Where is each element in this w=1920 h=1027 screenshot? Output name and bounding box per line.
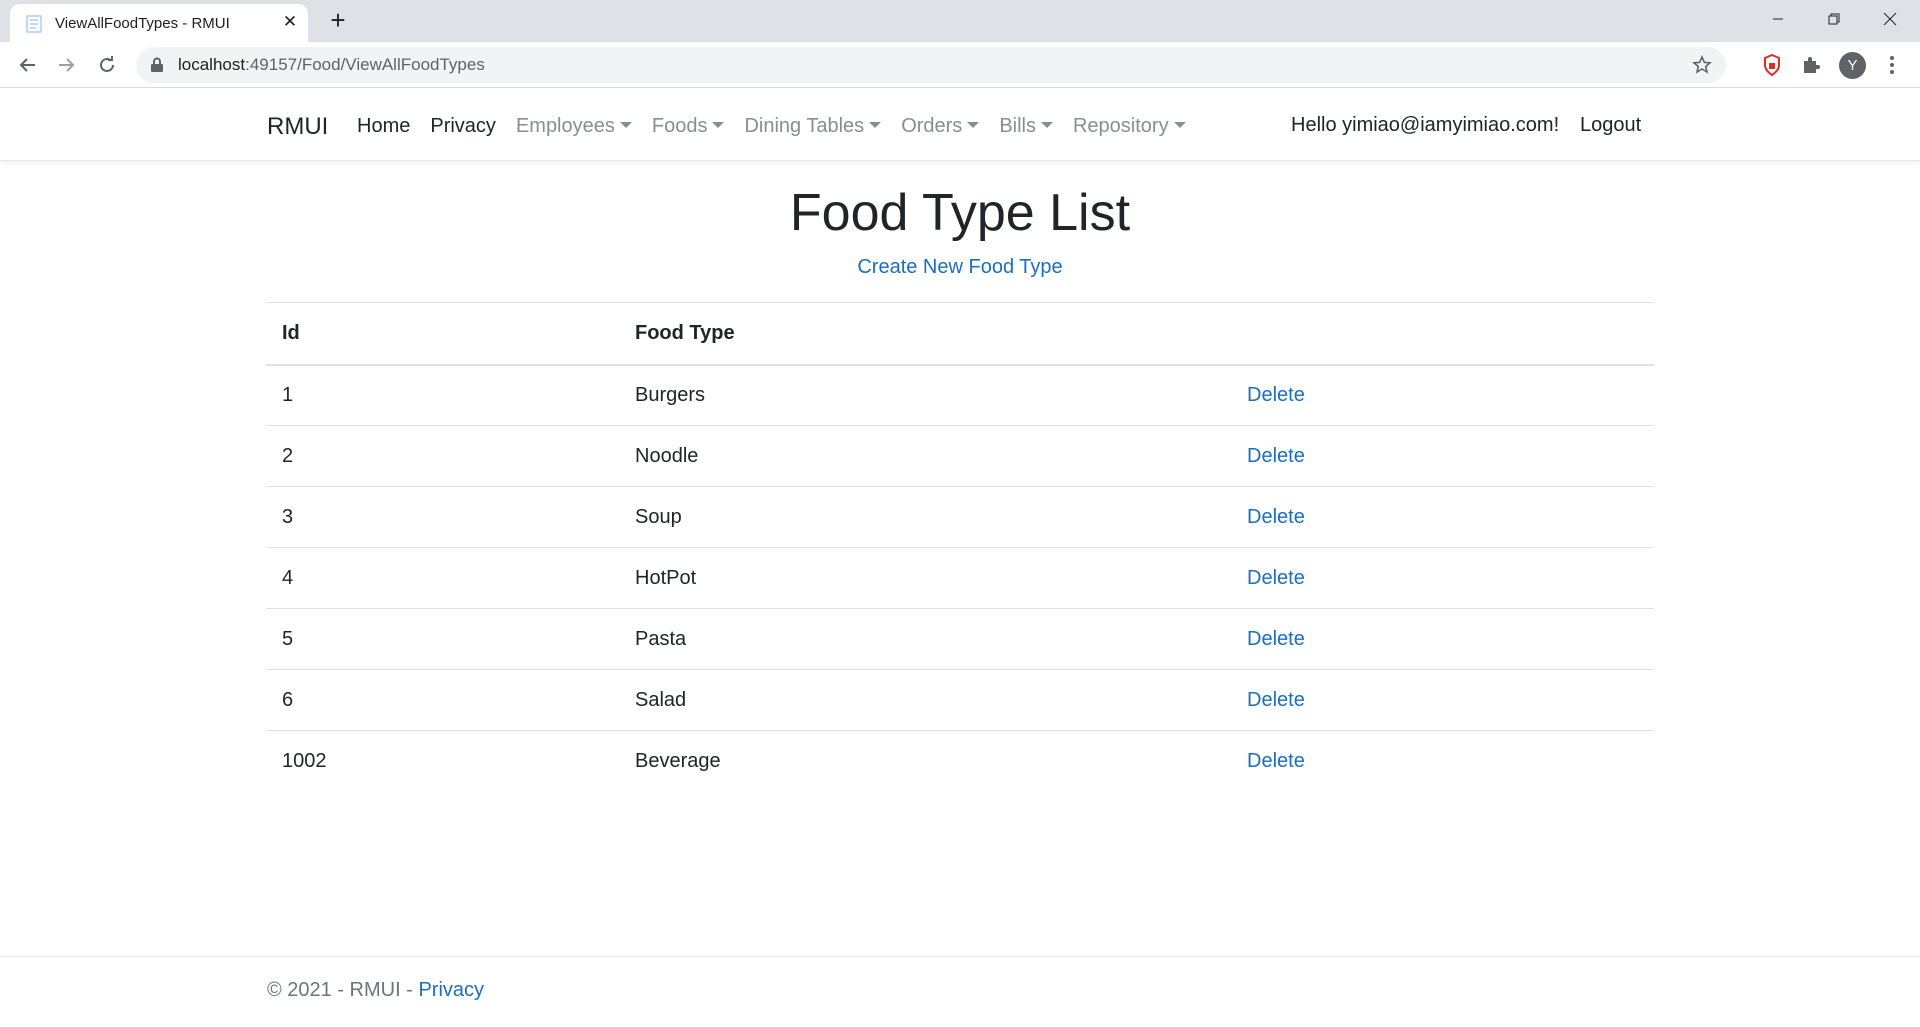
cell-actions: Delete bbox=[1231, 486, 1654, 548]
delete-link[interactable]: Delete bbox=[1247, 384, 1305, 406]
minimize-icon[interactable] bbox=[1750, 0, 1806, 38]
document-icon bbox=[26, 15, 42, 33]
table-row: 6 Salad Delete bbox=[266, 669, 1654, 731]
forward-arrow-icon[interactable] bbox=[52, 51, 80, 79]
delete-link[interactable]: Delete bbox=[1247, 689, 1305, 711]
nav-dining-tables-dropdown[interactable]: Dining Tables bbox=[744, 115, 882, 138]
column-header-actions bbox=[1231, 302, 1654, 366]
address-bar[interactable]: localhost:49157/Food/ViewAllFoodTypes bbox=[136, 47, 1726, 83]
cell-food-type: Pasta bbox=[619, 608, 1231, 670]
back-arrow-icon[interactable] bbox=[14, 51, 42, 79]
nav-home[interactable]: Home bbox=[357, 115, 410, 138]
food-type-table: Id Food Type 1 Burgers Delete 2 Noodle D… bbox=[266, 302, 1654, 792]
browser-tab-active[interactable]: ViewAllFoodTypes - RMUI ✕ bbox=[10, 4, 308, 42]
table-row: 4 HotPot Delete bbox=[266, 547, 1654, 609]
cell-actions: Delete bbox=[1231, 425, 1654, 487]
create-food-type-link: Create New Food Type bbox=[266, 256, 1654, 279]
cell-food-type: Burgers bbox=[619, 364, 1231, 426]
browser-menu-icon[interactable] bbox=[1880, 52, 1904, 78]
caret-down-icon bbox=[967, 122, 980, 129]
cell-actions: Delete bbox=[1231, 364, 1654, 426]
browser-tabstrip: ViewAllFoodTypes - RMUI ✕ + bbox=[0, 0, 1920, 42]
cell-id: 1002 bbox=[282, 749, 327, 772]
delete-link[interactable]: Delete bbox=[1247, 506, 1305, 528]
site-footer: © 2021 - RMUI - Privacy bbox=[0, 956, 1920, 1027]
cell-food-type: Soup bbox=[619, 486, 1231, 548]
footer-privacy-link[interactable]: Privacy bbox=[418, 979, 484, 1001]
nav-orders-dropdown[interactable]: Orders bbox=[901, 115, 980, 138]
column-header-food-type: Food Type bbox=[619, 302, 1231, 366]
cell-actions: Delete bbox=[1231, 669, 1654, 731]
profile-avatar[interactable]: Y bbox=[1839, 52, 1866, 79]
table-row: 2 Noodle Delete bbox=[266, 425, 1654, 487]
table-header-row: Id Food Type bbox=[266, 302, 1654, 366]
caret-down-icon bbox=[1173, 122, 1186, 129]
logout-button[interactable]: Logout bbox=[1580, 114, 1641, 137]
tab-close-icon[interactable]: ✕ bbox=[280, 12, 300, 32]
table-row: 5 Pasta Delete bbox=[266, 608, 1654, 670]
cell-food-type: Salad bbox=[619, 669, 1231, 731]
nav-privacy[interactable]: Privacy bbox=[430, 115, 496, 138]
user-greeting[interactable]: Hello yimiao@iamyimiao.com! bbox=[1291, 114, 1559, 137]
page-viewport: RMUI Home Privacy Employees Foods Dining… bbox=[0, 89, 1920, 1027]
caret-down-icon bbox=[869, 122, 882, 129]
caret-down-icon bbox=[1040, 122, 1053, 129]
delete-link[interactable]: Delete bbox=[1247, 750, 1305, 772]
cell-id: 4 bbox=[266, 547, 619, 609]
site-navbar: RMUI Home Privacy Employees Foods Dining… bbox=[0, 89, 1920, 161]
restore-icon[interactable] bbox=[1806, 0, 1862, 38]
table-row: 1002 Beverage Delete bbox=[266, 731, 1654, 792]
page-title: Food Type List bbox=[789, 184, 1131, 242]
create-food-type-link-text[interactable]: Create New Food Type bbox=[857, 256, 1062, 278]
new-tab-icon[interactable]: + bbox=[324, 7, 352, 35]
cell-id: 6 bbox=[266, 669, 619, 731]
url-text: localhost:49157/Food/ViewAllFoodTypes bbox=[178, 55, 485, 74]
footer-copyright: © 2021 - RMUI - Privacy bbox=[267, 979, 485, 1001]
delete-link[interactable]: Delete bbox=[1247, 628, 1305, 650]
cell-food-type: HotPot bbox=[619, 547, 1231, 609]
cell-id: 1 bbox=[266, 364, 619, 426]
brand-link[interactable]: RMUI bbox=[267, 113, 328, 141]
column-header-id: Id bbox=[266, 302, 619, 366]
lock-icon bbox=[151, 57, 163, 72]
nav-foods-dropdown[interactable]: Foods bbox=[652, 115, 725, 138]
star-icon[interactable] bbox=[1690, 53, 1714, 77]
cell-actions: Delete bbox=[1231, 608, 1654, 670]
cell-actions: Delete bbox=[1231, 731, 1654, 792]
close-window-icon[interactable] bbox=[1862, 0, 1918, 38]
cell-food-type: Beverage bbox=[635, 749, 721, 772]
nav-list: Home Privacy Employees Foods Dining Tabl… bbox=[357, 115, 1206, 138]
nav-employees-dropdown[interactable]: Employees bbox=[516, 115, 632, 138]
reload-icon[interactable] bbox=[93, 51, 121, 79]
caret-down-icon bbox=[712, 122, 725, 129]
cell-actions: Delete bbox=[1231, 547, 1654, 609]
caret-down-icon bbox=[619, 122, 632, 129]
delete-link[interactable]: Delete bbox=[1247, 567, 1305, 589]
delete-link[interactable]: Delete bbox=[1247, 445, 1305, 467]
browser-toolbar: localhost:49157/Food/ViewAllFoodTypes Y bbox=[0, 42, 1920, 88]
cell-id: 3 bbox=[266, 486, 619, 548]
puzzle-extension-icon[interactable] bbox=[1798, 52, 1824, 78]
nav-repository-dropdown[interactable]: Repository bbox=[1073, 115, 1186, 138]
table-row: 3 Soup Delete bbox=[266, 486, 1654, 548]
cell-id: 2 bbox=[266, 425, 619, 487]
table-row: 1 Burgers Delete bbox=[266, 364, 1654, 426]
nav-bills-dropdown[interactable]: Bills bbox=[999, 115, 1053, 138]
cell-id: 5 bbox=[266, 608, 619, 670]
shield-extension-icon[interactable] bbox=[1759, 52, 1785, 78]
tab-title: ViewAllFoodTypes - RMUI bbox=[55, 15, 230, 32]
cell-food-type: Noodle bbox=[619, 425, 1231, 487]
